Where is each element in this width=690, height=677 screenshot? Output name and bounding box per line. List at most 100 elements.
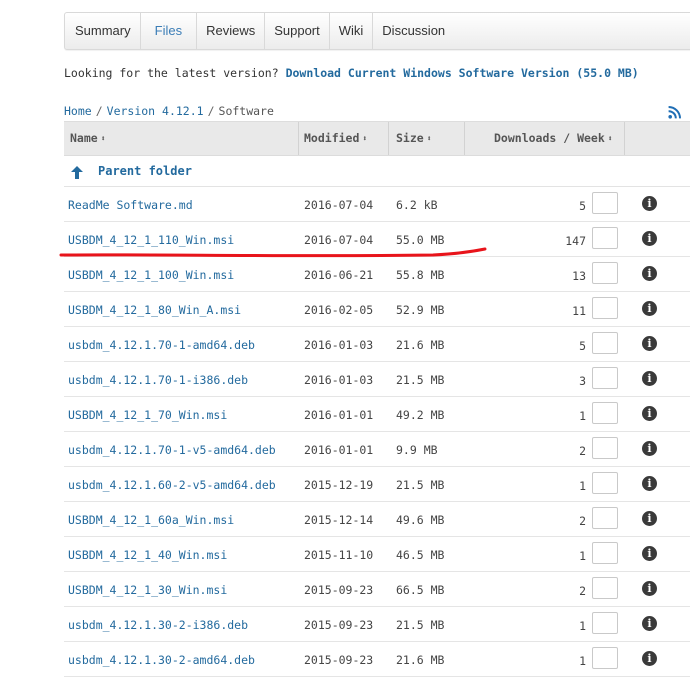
downloads-chart-button[interactable] — [592, 437, 618, 459]
file-name-link[interactable]: ReadMe Software.md — [68, 198, 193, 212]
breadcrumb-separator: / — [95, 104, 103, 118]
table-header: Name ⬍ Modified ⬍ Size ⬍ Downloads / Week ⬍ — [64, 122, 690, 156]
downloads-chart-button[interactable] — [592, 402, 618, 424]
tab-wiki[interactable]: Wiki — [330, 13, 374, 49]
column-divider — [624, 122, 625, 155]
download-latest-link[interactable]: Download Current Windows Software Versio… — [286, 66, 639, 80]
table-row: USBDM_4_12_1_80_Win_A.msi 2016-02-05 52.9 … — [64, 292, 690, 327]
info-icon[interactable]: i — [642, 231, 657, 246]
file-name-link[interactable]: usbdm_4.12.1.70-1-v5-amd64.deb — [68, 443, 276, 457]
column-header-name[interactable]: Name ⬍ — [70, 122, 106, 155]
info-icon[interactable]: i — [642, 616, 657, 631]
file-downloads: 5 — [579, 339, 586, 353]
file-name-link[interactable]: usbdm_4.12.1.30-2-i386.deb — [68, 618, 248, 632]
file-size: 21.6 MB — [396, 338, 445, 352]
downloads-chart-button[interactable] — [592, 297, 618, 319]
file-downloads: 1 — [579, 479, 586, 493]
downloads-chart-button[interactable] — [592, 647, 618, 669]
file-name-link[interactable]: usbdm_4.12.1.70-1-i386.deb — [68, 373, 248, 387]
file-modified: 2016-07-04 — [304, 233, 374, 247]
file-downloads: 5 — [579, 199, 586, 213]
file-name-link[interactable]: usbdm_4.12.1.70-1-amd64.deb — [68, 338, 255, 352]
breadcrumb-current: Software — [218, 104, 274, 118]
info-icon[interactable]: i — [642, 406, 657, 421]
table-row: usbdm_4.12.1.70-1-v5-amd64.deb 2016-01-01… — [64, 432, 690, 467]
info-icon[interactable]: i — [642, 371, 657, 386]
file-name-link[interactable]: USBDM_4_12_1_100_Win.msi — [68, 268, 234, 282]
file-size: 21.5 MB — [396, 618, 445, 632]
info-icon[interactable]: i — [642, 301, 657, 316]
file-downloads: 1 — [579, 549, 586, 563]
arrow-up-icon — [71, 166, 83, 179]
column-header-label: Name — [70, 131, 98, 145]
column-header-modified[interactable]: Modified ⬍ — [304, 122, 367, 155]
file-downloads: 13 — [572, 269, 586, 283]
files-table: Name ⬍ Modified ⬍ Size ⬍ Downloads / Week ⬍ … — [64, 121, 690, 677]
info-icon[interactable]: i — [642, 651, 657, 666]
table-row: USBDM_4_12_1_30_Win.msi 2015-09-23 66.5 MB… — [64, 572, 690, 607]
column-header-size[interactable]: Size ⬍ — [396, 122, 432, 155]
column-divider — [464, 122, 465, 155]
downloads-chart-button[interactable] — [592, 192, 618, 214]
file-modified: 2016-01-01 — [304, 408, 374, 422]
table-row: usbdm_4.12.1.30-2-i386.deb 2015-09-23 21.5… — [64, 607, 690, 642]
file-downloads: 147 — [565, 234, 586, 248]
file-name-link[interactable]: USBDM_4_12_1_60a_Win.msi — [68, 513, 234, 527]
tab-summary[interactable]: Summary — [65, 13, 141, 49]
file-name-link[interactable]: USBDM_4_12_1_70_Win.msi — [68, 408, 227, 422]
info-icon[interactable]: i — [642, 546, 657, 561]
info-icon[interactable]: i — [642, 336, 657, 351]
file-size: 49.2 MB — [396, 408, 445, 422]
rss-icon[interactable] — [668, 106, 681, 119]
downloads-chart-button[interactable] — [592, 262, 618, 284]
downloads-chart-button[interactable] — [592, 612, 618, 634]
table-row: usbdm_4.12.1.70-1-amd64.deb 2016-01-03 21.… — [64, 327, 690, 362]
file-size: 55.0 MB — [396, 233, 445, 247]
sort-icon: ⬍ — [607, 134, 613, 143]
file-downloads: 11 — [572, 304, 586, 318]
file-name-link[interactable]: USBDM_4_12_1_30_Win.msi — [68, 583, 227, 597]
info-icon[interactable]: i — [642, 581, 657, 596]
file-modified: 2016-01-03 — [304, 338, 374, 352]
downloads-chart-button[interactable] — [592, 577, 618, 599]
file-size: 21.6 MB — [396, 653, 445, 667]
sort-icon: ⬍ — [362, 134, 368, 143]
column-divider — [298, 122, 299, 155]
file-modified: 2015-12-14 — [304, 513, 374, 527]
tab-discussion[interactable]: Discussion — [373, 13, 454, 49]
breadcrumb-version[interactable]: Version 4.12.1 — [107, 104, 204, 118]
breadcrumb-home[interactable]: Home — [64, 104, 92, 118]
file-name-link[interactable]: usbdm_4.12.1.30-2-amd64.deb — [68, 653, 255, 667]
parent-folder-row[interactable]: Parent folder — [64, 156, 690, 187]
downloads-chart-button[interactable] — [592, 507, 618, 529]
downloads-chart-button[interactable] — [592, 332, 618, 354]
info-icon[interactable]: i — [642, 196, 657, 211]
info-icon[interactable]: i — [642, 511, 657, 526]
file-name-link[interactable]: USBDM_4_12_1_110_Win.msi — [68, 233, 234, 247]
file-name-link[interactable]: USBDM_4_12_1_40_Win.msi — [68, 548, 227, 562]
info-icon[interactable]: i — [642, 441, 657, 456]
column-header-label: Downloads / Week — [494, 131, 605, 145]
parent-folder-link[interactable]: Parent folder — [98, 156, 192, 186]
downloads-chart-button[interactable] — [592, 367, 618, 389]
downloads-chart-button[interactable] — [592, 542, 618, 564]
info-icon[interactable]: i — [642, 266, 657, 281]
column-header-downloads[interactable]: Downloads / Week ⬍ — [494, 122, 613, 155]
file-size: 9.9 MB — [396, 443, 438, 457]
file-downloads: 3 — [579, 374, 586, 388]
file-name-link[interactable]: usbdm_4.12.1.60-2-v5-amd64.deb — [68, 478, 276, 492]
tab-support[interactable]: Support — [265, 13, 330, 49]
file-modified: 2015-09-23 — [304, 618, 374, 632]
file-name-link[interactable]: USBDM_4_12_1_80_Win_A.msi — [68, 303, 241, 317]
table-row: usbdm_4.12.1.60-2-v5-amd64.deb 2015-12-19… — [64, 467, 690, 502]
file-downloads: 1 — [579, 654, 586, 668]
file-modified: 2016-01-01 — [304, 443, 374, 457]
downloads-chart-button[interactable] — [592, 227, 618, 249]
tab-reviews[interactable]: Reviews — [197, 13, 266, 49]
downloads-chart-button[interactable] — [592, 472, 618, 494]
file-size: 21.5 MB — [396, 373, 445, 387]
file-modified: 2016-06-21 — [304, 268, 374, 282]
tab-files[interactable]: Files — [141, 13, 198, 49]
breadcrumb: Home / Version 4.12.1/Software — [64, 104, 274, 118]
info-icon[interactable]: i — [642, 476, 657, 491]
